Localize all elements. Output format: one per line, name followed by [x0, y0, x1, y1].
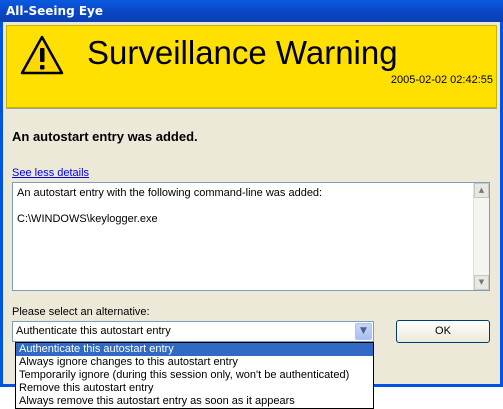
- banner-timestamp: 2005-02-02 02:42:55: [390, 74, 493, 86]
- window-title: All-Seeing Eye: [6, 4, 103, 18]
- chevron-down-icon: ▼: [360, 326, 367, 336]
- toggle-details-link[interactable]: See less details: [12, 167, 89, 179]
- dialog-window: All-Seeing Eye Surveillance Warning 2005…: [0, 0, 503, 409]
- title-bar[interactable]: All-Seeing Eye: [0, 0, 503, 22]
- dropdown-button[interactable]: ▼: [355, 323, 372, 340]
- alternative-dropdown-list: Authenticate this autostart entry Always…: [15, 342, 374, 409]
- dialog-body: Surveillance Warning 2005-02-02 02:42:55…: [3, 22, 500, 409]
- scroll-up-icon[interactable]: ▲: [474, 183, 489, 198]
- warning-banner: Surveillance Warning 2005-02-02 02:42:55: [6, 25, 497, 108]
- divider: [6, 108, 497, 109]
- dropdown-option[interactable]: Authenticate this autostart entry: [16, 343, 373, 356]
- alternative-select[interactable]: Authenticate this autostart entry ▼: [12, 321, 374, 342]
- banner-title: Surveillance Warning: [87, 34, 398, 71]
- warning-icon: [20, 35, 64, 75]
- ok-button[interactable]: OK: [396, 320, 490, 343]
- message-headline: An autostart entry was added.: [12, 129, 198, 144]
- alternative-selected-value: Authenticate this autostart entry: [16, 325, 171, 337]
- dropdown-option[interactable]: Always remove this autostart entry as so…: [16, 395, 373, 408]
- scroll-down-icon[interactable]: ▼: [474, 275, 489, 290]
- details-textarea[interactable]: An autostart entry with the following co…: [12, 182, 490, 291]
- details-text: An autostart entry with the following co…: [17, 187, 323, 225]
- dropdown-option[interactable]: Temporarily ignore (during this session …: [16, 369, 373, 382]
- alternative-prompt: Please select an alternative:: [12, 306, 150, 318]
- dropdown-option[interactable]: Always ignore changes to this autostart …: [16, 356, 373, 369]
- details-scrollbar[interactable]: ▲ ▼: [473, 183, 489, 290]
- dropdown-option[interactable]: Remove this autostart entry: [16, 382, 373, 395]
